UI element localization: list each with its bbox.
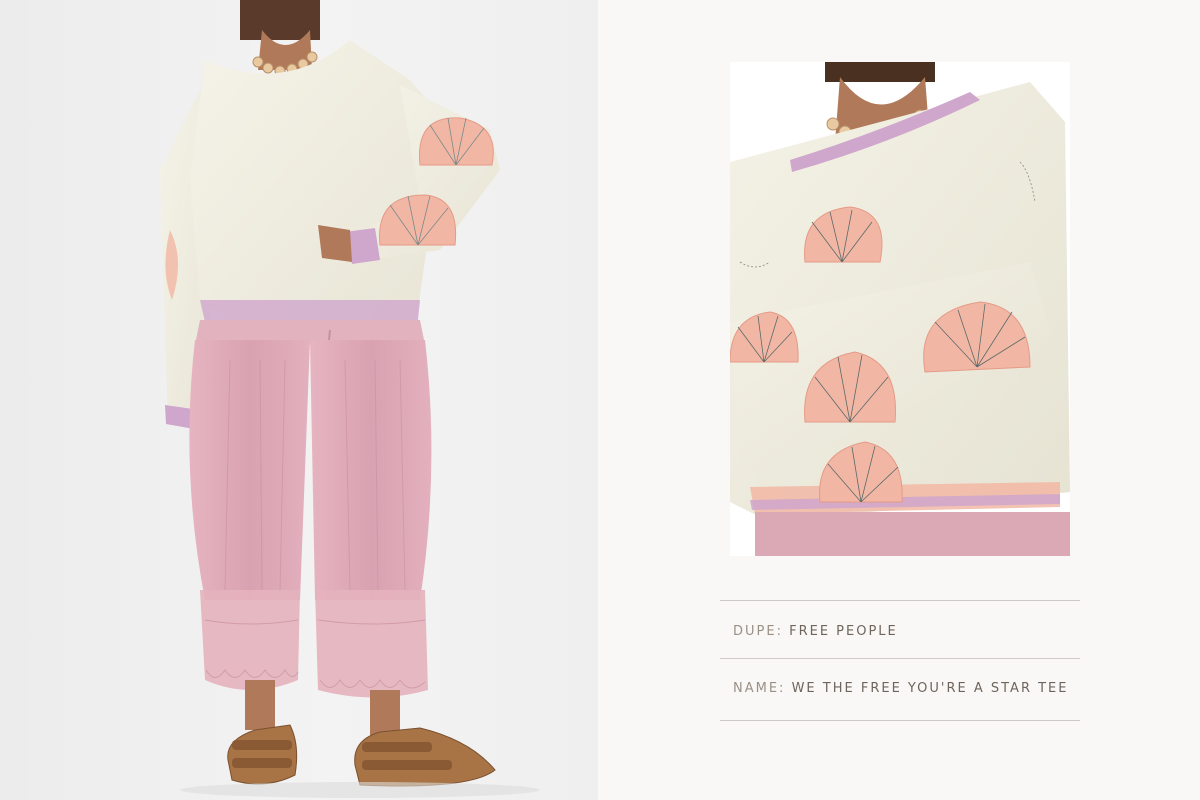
- dupe-row: DUPE: FREE PEOPLE: [733, 624, 898, 639]
- details-panel: DUPE: FREE PEOPLE NAME: WE THE FREE YOU'…: [600, 0, 1200, 800]
- model-photo: [0, 0, 598, 800]
- dupe-value: FREE PEOPLE: [789, 624, 898, 639]
- product-photo: [730, 62, 1070, 556]
- dupe-label: DUPE:: [733, 624, 783, 639]
- divider: [720, 658, 1080, 659]
- divider: [720, 600, 1080, 601]
- divider: [720, 720, 1080, 721]
- name-value: WE THE FREE YOU'RE A STAR TEE: [791, 681, 1069, 696]
- name-label: NAME:: [733, 681, 786, 696]
- name-row: NAME: WE THE FREE YOU'RE A STAR TEE: [733, 681, 1068, 696]
